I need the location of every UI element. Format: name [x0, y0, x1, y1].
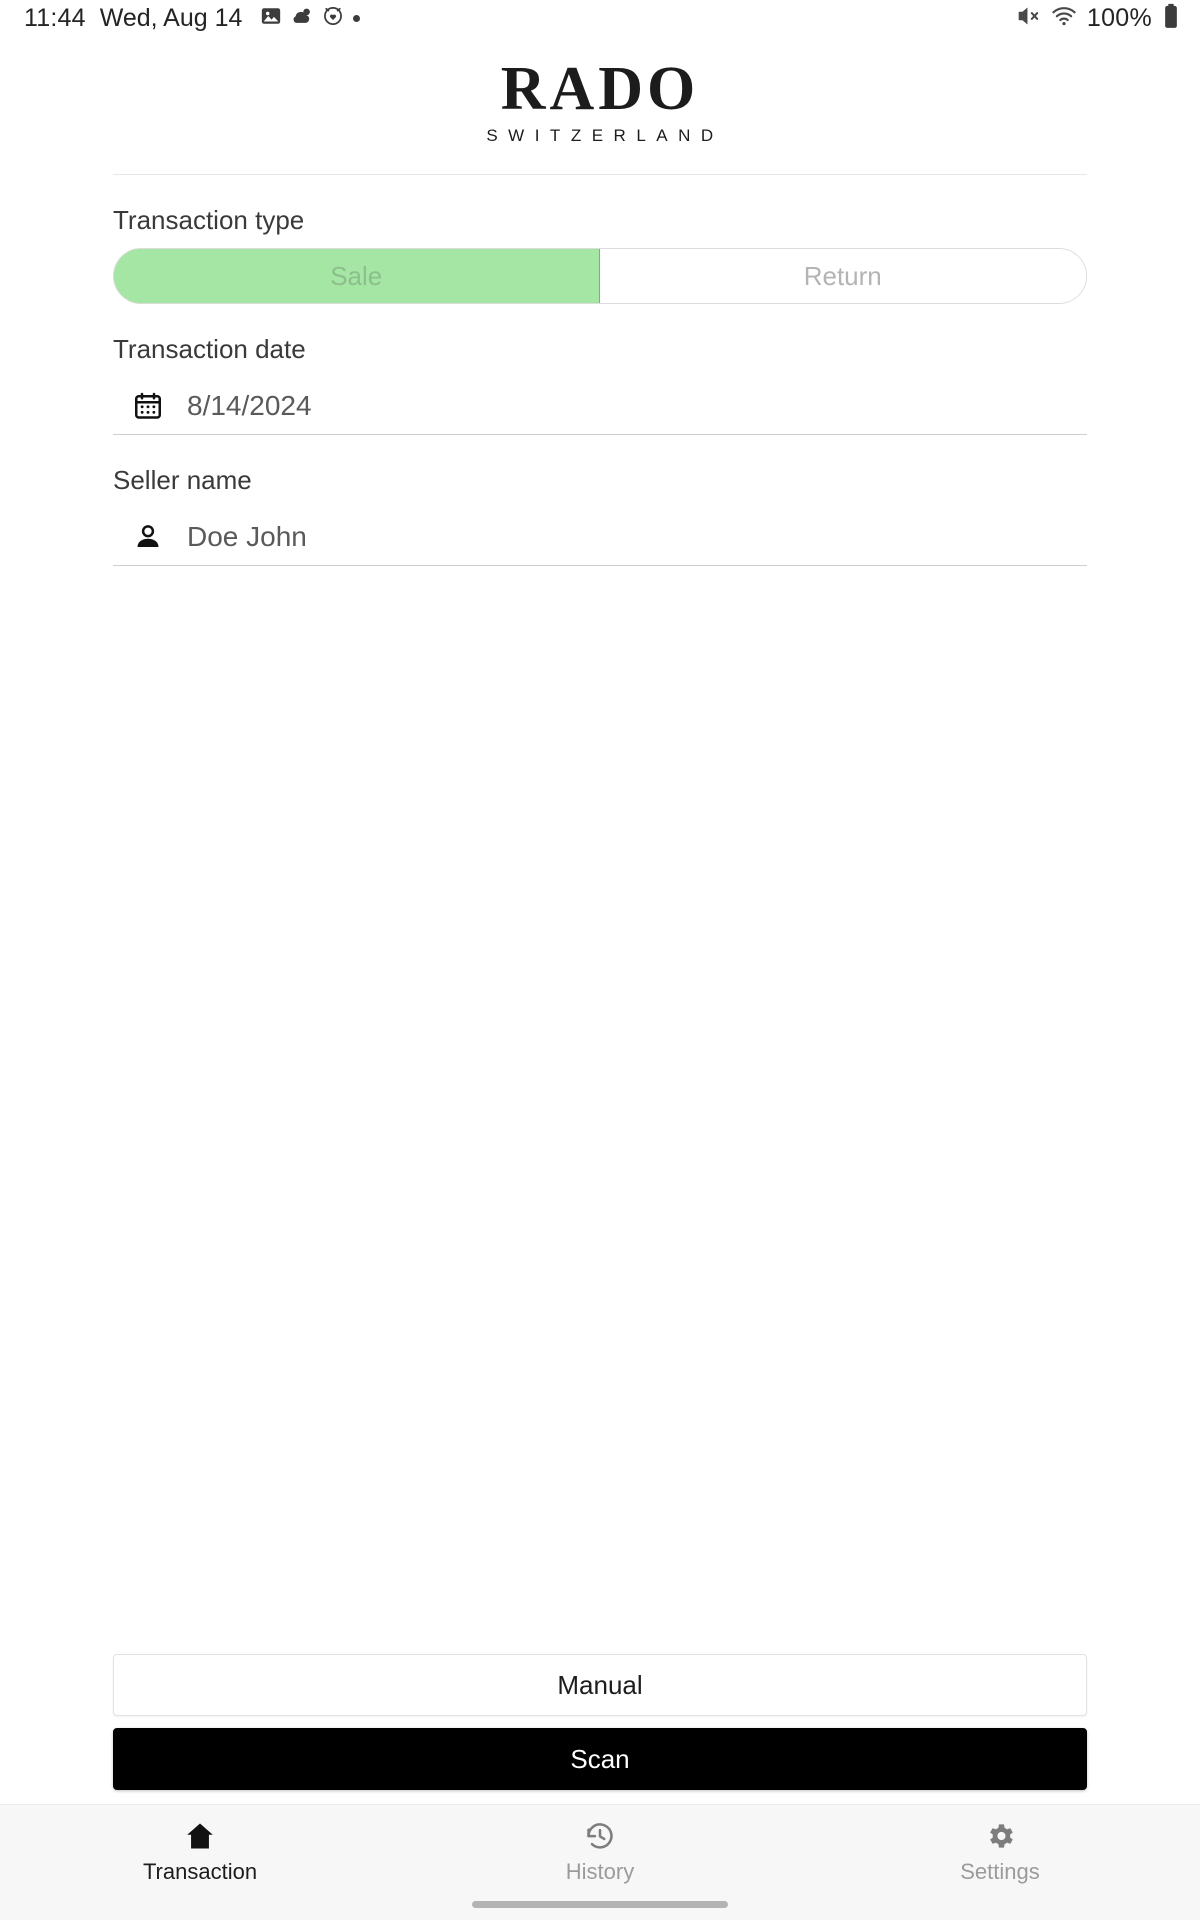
battery-percent-label: 100% [1086, 3, 1152, 32]
nav-label-settings: Settings [960, 1859, 1040, 1884]
brand-logo-text: RADO [500, 55, 700, 123]
transaction-type-label: Transaction type [113, 205, 305, 235]
home-indicator[interactable] [472, 1901, 728, 1908]
transaction-type-segmented-control[interactable]: Sale Return [113, 248, 1087, 304]
home-icon [183, 1819, 217, 1853]
person-icon [133, 522, 163, 552]
mute-icon [1015, 3, 1041, 34]
seller-name-value: Doe John [187, 520, 307, 552]
nav-label-history: History [565, 1859, 635, 1884]
seller-name-label: Seller name [113, 465, 252, 495]
segment-return[interactable]: Return [599, 249, 1086, 303]
transaction-date-label: Transaction date [113, 334, 306, 364]
status-bar-right: 100% [1015, 3, 1180, 34]
brand-header: RADO SWITZERLAND [0, 36, 1200, 164]
status-clock: 11:44 [24, 3, 86, 32]
brand-subtitle: SWITZERLAND [486, 126, 724, 145]
app-screen: 11:44 Wed, Aug 14 100% RADO SWITZERLAND … [0, 0, 1200, 1920]
scan-button[interactable]: Scan [113, 1728, 1087, 1790]
nav-label-transaction: Transaction [142, 1859, 258, 1884]
transaction-date-input[interactable]: 8/14/2024 [113, 377, 1087, 435]
nav-item-settings[interactable]: Settings [800, 1819, 1200, 1885]
calendar-icon [133, 391, 163, 421]
nav-item-history[interactable]: History [400, 1819, 800, 1885]
nav-item-transaction[interactable]: Transaction [0, 1819, 400, 1885]
status-bar: 11:44 Wed, Aug 14 100% [0, 0, 1200, 36]
alarm-heart-icon [322, 5, 344, 32]
transaction-date-value: 8/14/2024 [187, 389, 312, 421]
dot-icon [353, 14, 361, 22]
seller-name-input[interactable]: Doe John [113, 508, 1087, 566]
battery-icon [1162, 3, 1180, 34]
action-buttons: Manual Scan [0, 1654, 1200, 1804]
transaction-form: Transaction type Sale Return Transaction… [0, 175, 1200, 1654]
segment-sale[interactable]: Sale [114, 249, 600, 303]
weather-partly-cloudy-icon [291, 5, 313, 32]
status-date: Wed, Aug 14 [99, 3, 243, 32]
wifi-icon [1051, 3, 1077, 34]
home-indicator-wrap [0, 1901, 1200, 1908]
status-notification-icons [260, 5, 361, 32]
gear-icon [983, 1819, 1017, 1853]
manual-button[interactable]: Manual [113, 1654, 1087, 1716]
status-bar-left: 11:44 Wed, Aug 14 [24, 3, 361, 33]
photo-icon [260, 5, 282, 32]
history-clock-icon [583, 1819, 617, 1853]
